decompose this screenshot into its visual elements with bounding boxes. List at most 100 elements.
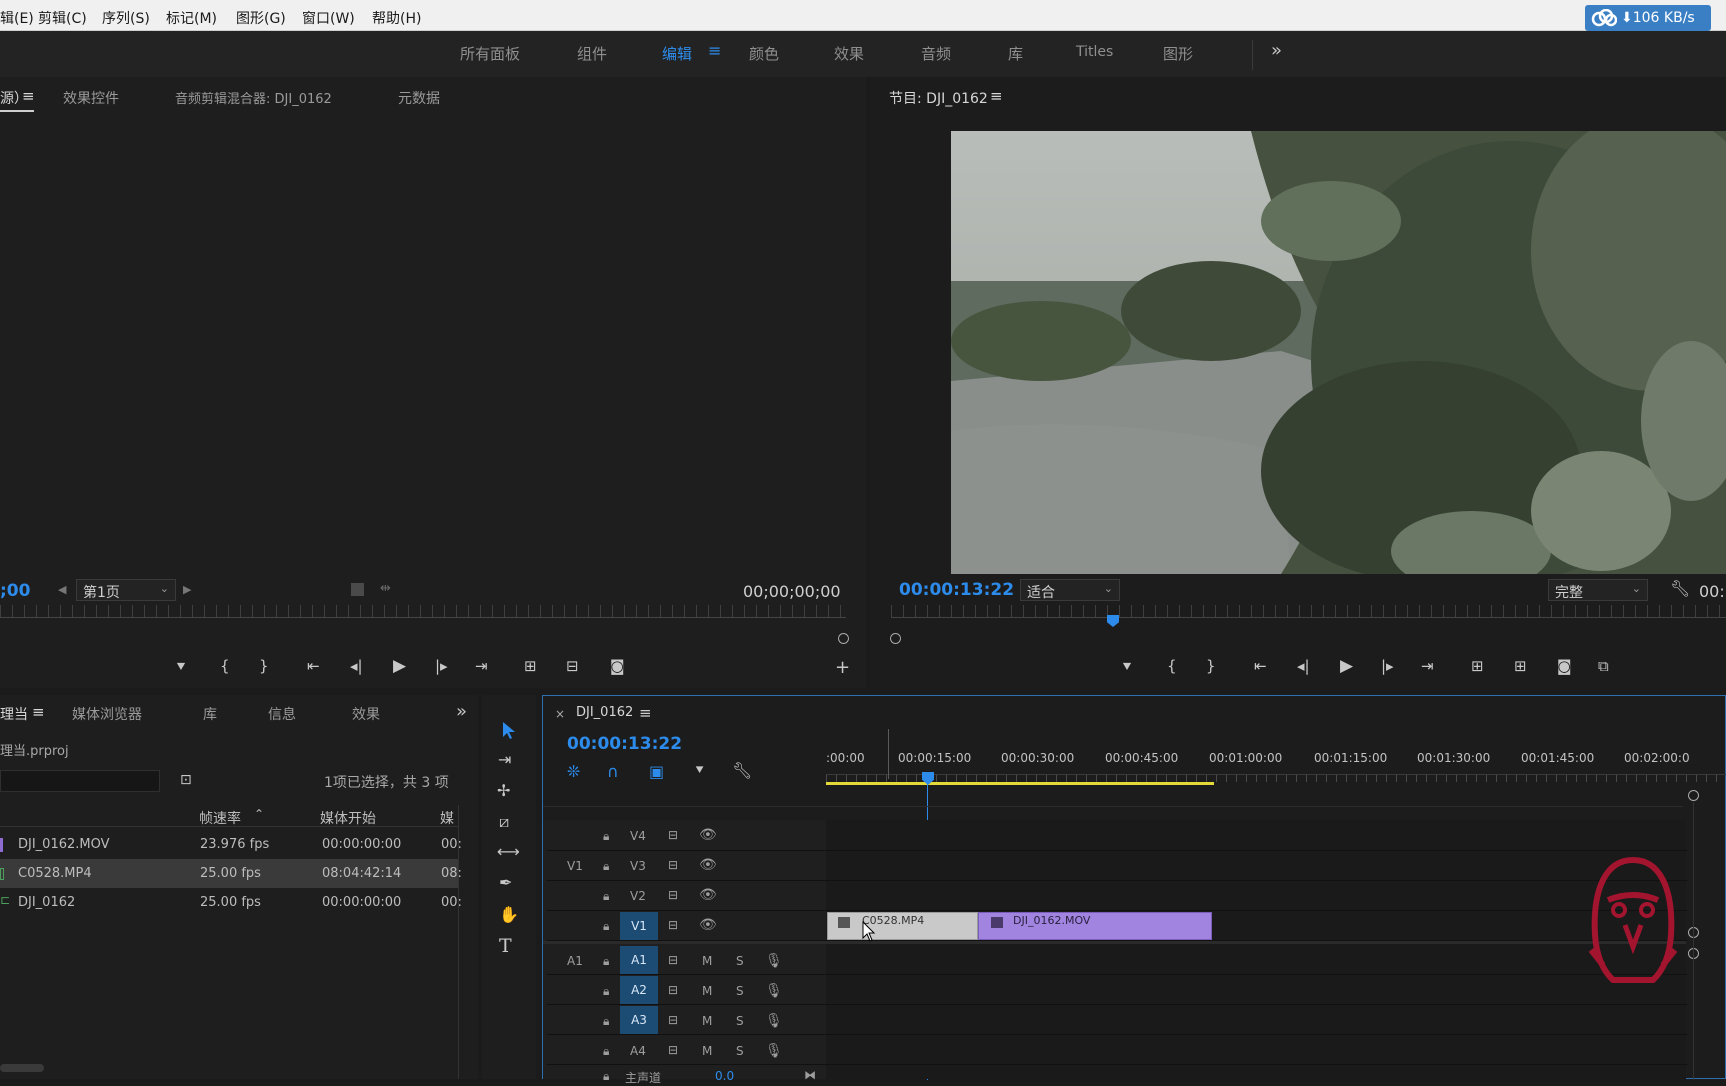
col-media-start[interactable]: 媒体开始 bbox=[320, 808, 376, 828]
go-to-in-icon[interactable]: ⇤ bbox=[307, 657, 320, 675]
step-forward-icon[interactable]: |▸ bbox=[1381, 657, 1394, 675]
master-volume-value[interactable]: 0.0 bbox=[715, 1069, 734, 1083]
source-playhead-end[interactable] bbox=[838, 633, 849, 644]
linked-selection-icon[interactable]: ▣ bbox=[649, 762, 664, 781]
fit-select[interactable]: 适合 ⌄ bbox=[1020, 579, 1120, 601]
workspace-effects[interactable]: 效果 bbox=[834, 43, 864, 64]
add-button-icon[interactable]: + bbox=[835, 657, 850, 678]
col-media-end[interactable]: 媒 bbox=[440, 808, 454, 828]
lock-icon[interactable]: 🔒︎ bbox=[603, 1069, 609, 1084]
program-title[interactable]: 节目: DJI_0162 bbox=[889, 88, 988, 108]
sync-lock-icon[interactable]: ⊟ bbox=[668, 1013, 678, 1027]
mute-button[interactable]: M bbox=[702, 954, 712, 968]
program-playhead[interactable] bbox=[1107, 615, 1119, 627]
workspace-color[interactable]: 颜色 bbox=[749, 43, 779, 64]
go-to-in-icon[interactable]: ⇤ bbox=[1254, 657, 1267, 675]
quality-select[interactable]: 完整 ⌄ bbox=[1548, 579, 1648, 601]
program-menu-icon[interactable]: ≡ bbox=[990, 87, 1003, 105]
selection-tool-icon[interactable] bbox=[499, 720, 519, 740]
source-menu-icon[interactable]: ≡ bbox=[22, 87, 35, 105]
sync-lock-icon[interactable]: ⊟ bbox=[668, 953, 678, 967]
program-scrub-bar[interactable] bbox=[891, 617, 1726, 618]
sync-lock-icon[interactable]: ⊟ bbox=[668, 828, 678, 842]
track-target-a2[interactable]: A2 bbox=[620, 976, 658, 1004]
track-label-v4[interactable]: V4 bbox=[630, 829, 646, 843]
workspace-all-panels[interactable]: 所有面板 bbox=[460, 43, 520, 64]
track-label-v3[interactable]: V3 bbox=[630, 859, 646, 873]
mute-button[interactable]: M bbox=[702, 984, 712, 998]
step-back-icon[interactable]: ◂| bbox=[1297, 657, 1310, 675]
track-label-v2[interactable]: V2 bbox=[630, 889, 646, 903]
project-search-input[interactable] bbox=[0, 770, 160, 792]
source-timecode[interactable]: ;00 bbox=[0, 581, 30, 601]
solo-button[interactable]: S bbox=[736, 984, 744, 998]
menu-clip[interactable]: 剪辑(C) bbox=[38, 8, 87, 28]
close-sequence-icon[interactable]: × bbox=[555, 707, 565, 721]
solo-button[interactable]: S bbox=[736, 1014, 744, 1028]
track-target-v1[interactable]: V1 bbox=[620, 912, 658, 940]
workspace-overflow-icon[interactable]: » bbox=[1271, 40, 1282, 61]
solo-button[interactable]: S bbox=[736, 954, 744, 968]
sync-lock-icon[interactable]: ⊟ bbox=[668, 858, 678, 872]
extract-icon[interactable]: ⊞ bbox=[1514, 657, 1527, 675]
fit-width-icon[interactable]: ⇹ bbox=[380, 581, 391, 596]
track-select-tool-icon[interactable]: ⇥ bbox=[498, 750, 511, 769]
timeline-settings-wrench-icon[interactable]: 🔧︎ bbox=[732, 761, 752, 780]
add-marker-icon[interactable]: ⯆ bbox=[1121, 658, 1133, 676]
sync-lock-icon[interactable]: ⊟ bbox=[668, 1043, 678, 1057]
track-label-a4[interactable]: A4 bbox=[630, 1044, 646, 1058]
clip-dji0162[interactable]: DJI_0162.MOV bbox=[978, 912, 1212, 940]
solo-button[interactable]: S bbox=[736, 1044, 744, 1058]
mark-out-icon[interactable]: } bbox=[1206, 657, 1216, 675]
col-framerate[interactable]: 帧速率 bbox=[199, 808, 241, 828]
timeline-vscroll-track[interactable] bbox=[1693, 802, 1694, 1080]
sync-lock-icon[interactable]: ⊟ bbox=[668, 888, 678, 902]
project-hscroll-thumb[interactable] bbox=[0, 1064, 44, 1072]
nest-toggle-icon[interactable]: ❊ bbox=[567, 762, 580, 781]
tab-project[interactable]: 理当 bbox=[0, 704, 28, 724]
workspace-editing[interactable]: 编辑 bbox=[662, 43, 692, 64]
microphone-icon[interactable]: 🎙︎ bbox=[765, 1013, 783, 1029]
menu-graphics[interactable]: 图形(G) bbox=[236, 8, 286, 28]
project-menu-icon[interactable]: ≡ bbox=[32, 703, 45, 721]
add-marker-icon[interactable]: ⯆ bbox=[175, 658, 187, 676]
workspace-menu-icon[interactable]: ≡ bbox=[708, 41, 721, 60]
type-tool-icon[interactable]: T bbox=[499, 935, 512, 957]
project-overflow-icon[interactable]: » bbox=[456, 701, 467, 722]
insert-icon[interactable]: ⊞ bbox=[524, 657, 537, 675]
comparison-view-icon[interactable]: ⧉ bbox=[1598, 657, 1609, 675]
tab-effects[interactable]: 效果 bbox=[352, 704, 380, 724]
timeline-vscroll-top[interactable] bbox=[1688, 790, 1699, 801]
mark-in-icon[interactable]: { bbox=[1167, 657, 1177, 675]
slip-tool-icon[interactable]: ⟷ bbox=[497, 842, 520, 861]
project-row-sequence[interactable]: ⊏ DJI_0162 25.00 fps 00:00:00:00 00: bbox=[0, 888, 462, 917]
eye-icon[interactable]: 👁︎ bbox=[699, 917, 717, 933]
clip-c0528[interactable]: C0528.MP4 bbox=[827, 912, 978, 940]
next-page-icon[interactable]: ▶ bbox=[183, 583, 191, 596]
play-icon[interactable]: ▶ bbox=[393, 656, 406, 676]
lock-icon[interactable]: 🔒︎ bbox=[603, 1044, 609, 1059]
microphone-icon[interactable]: 🎙︎ bbox=[765, 953, 783, 969]
timeline-timecode[interactable]: 00:00:13:22 bbox=[567, 734, 682, 754]
ripple-edit-tool-icon[interactable]: ✢ bbox=[497, 781, 510, 800]
tab-audio-clip-mixer[interactable]: 音频剪辑混合器: DJI_0162 bbox=[175, 88, 332, 107]
eye-icon[interactable]: 👁︎ bbox=[699, 827, 717, 843]
lock-icon[interactable]: 🔒︎ bbox=[603, 889, 609, 904]
sequence-tab[interactable]: DJI_0162 bbox=[576, 705, 633, 720]
mark-out-icon[interactable]: } bbox=[259, 657, 269, 675]
project-scrollbar-track[interactable] bbox=[458, 805, 459, 1079]
lock-icon[interactable]: 🔒︎ bbox=[603, 859, 609, 874]
mute-button[interactable]: M bbox=[702, 1044, 712, 1058]
workspace-graphics[interactable]: 图形 bbox=[1163, 43, 1193, 64]
new-search-bin-icon[interactable]: ⊡ bbox=[180, 772, 192, 788]
lift-icon[interactable]: ⊞ bbox=[1471, 657, 1484, 675]
work-area-bar[interactable] bbox=[826, 782, 1214, 785]
sequence-menu-icon[interactable]: ≡ bbox=[639, 704, 652, 722]
razor-tool-icon[interactable]: ⧄ bbox=[499, 812, 509, 832]
menu-edit[interactable]: 辑(E) bbox=[0, 8, 34, 28]
prev-page-icon[interactable]: ◀ bbox=[58, 583, 66, 596]
play-icon[interactable]: ▶ bbox=[1340, 656, 1353, 676]
wrench-icon[interactable]: 🔧︎ bbox=[1670, 579, 1690, 598]
program-timecode[interactable]: 00:00:13:22 bbox=[899, 580, 1014, 600]
sort-ascending-icon[interactable]: ⌃ bbox=[254, 807, 264, 821]
